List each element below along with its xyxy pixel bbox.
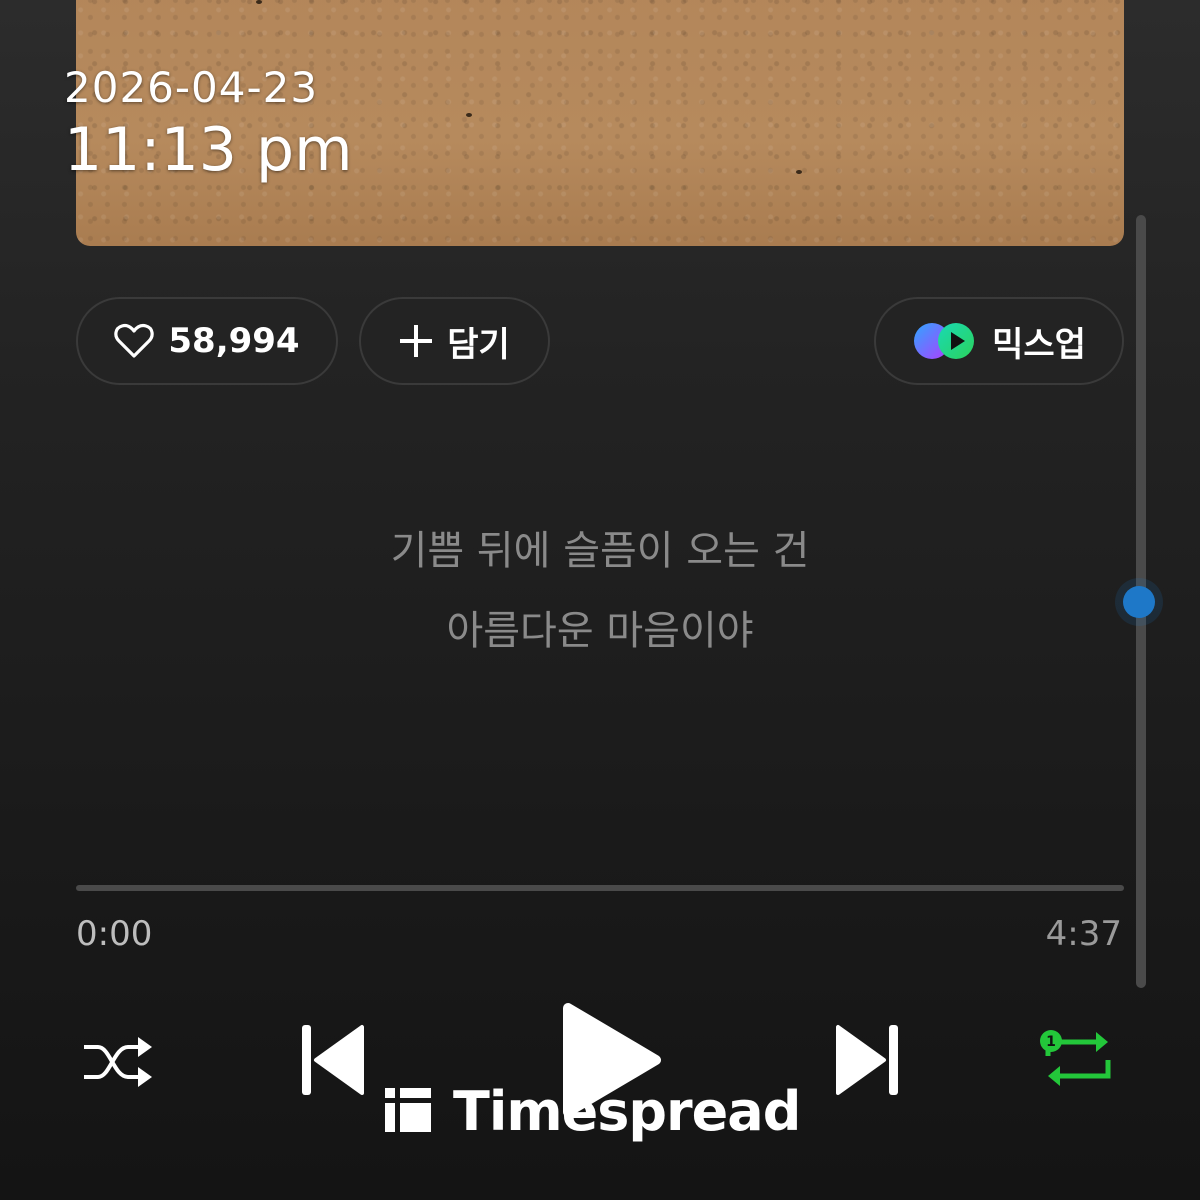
lyrics: 기쁨 뒤에 슬픔이 오는 건 아름다운 마음이야 [0, 520, 1200, 680]
timestamp-time: 11:13 pm [64, 115, 353, 185]
repeat-badge: 1 [1046, 1034, 1056, 1050]
watermark: Timespread [383, 1080, 801, 1143]
mixup-logo-icon [912, 321, 978, 361]
repeat-one-button[interactable]: 1 [1038, 1026, 1118, 1096]
mixup-label: 믹스업 [992, 324, 1086, 365]
previous-icon [300, 1025, 366, 1101]
watermark-logo-icon [383, 1086, 433, 1138]
next-icon [834, 1025, 900, 1101]
plus-icon [399, 324, 433, 358]
timestamp-date: 2026-04-23 [64, 63, 319, 112]
shuffle-icon [80, 1037, 156, 1095]
previous-button[interactable] [300, 1023, 366, 1101]
shuffle-button[interactable] [80, 1033, 156, 1095]
heart-icon [114, 323, 155, 359]
total-time: 4:37 [1045, 914, 1122, 954]
current-time: 0:00 [76, 914, 153, 954]
repeat-one-icon: 1 [1038, 1030, 1118, 1096]
scrollbar-thumb[interactable] [1123, 586, 1155, 618]
like-count: 58,994 [168, 321, 300, 361]
lyrics-line: 아름다운 마음이야 [446, 608, 754, 654]
add-label: 담기 [447, 324, 510, 365]
like-button[interactable]: 58,994 [76, 297, 338, 385]
timestamp-overlay: 2026-04-23 11:13 pm [64, 62, 353, 186]
add-to-playlist-button[interactable]: 담기 [359, 297, 550, 385]
progress-bar[interactable] [76, 885, 1124, 891]
next-button[interactable] [834, 1023, 900, 1101]
mixup-button[interactable]: 믹스업 [874, 297, 1124, 385]
watermark-text: Timespread [453, 1080, 801, 1143]
lyrics-line: 기쁨 뒤에 슬픔이 오는 건 [390, 528, 810, 574]
